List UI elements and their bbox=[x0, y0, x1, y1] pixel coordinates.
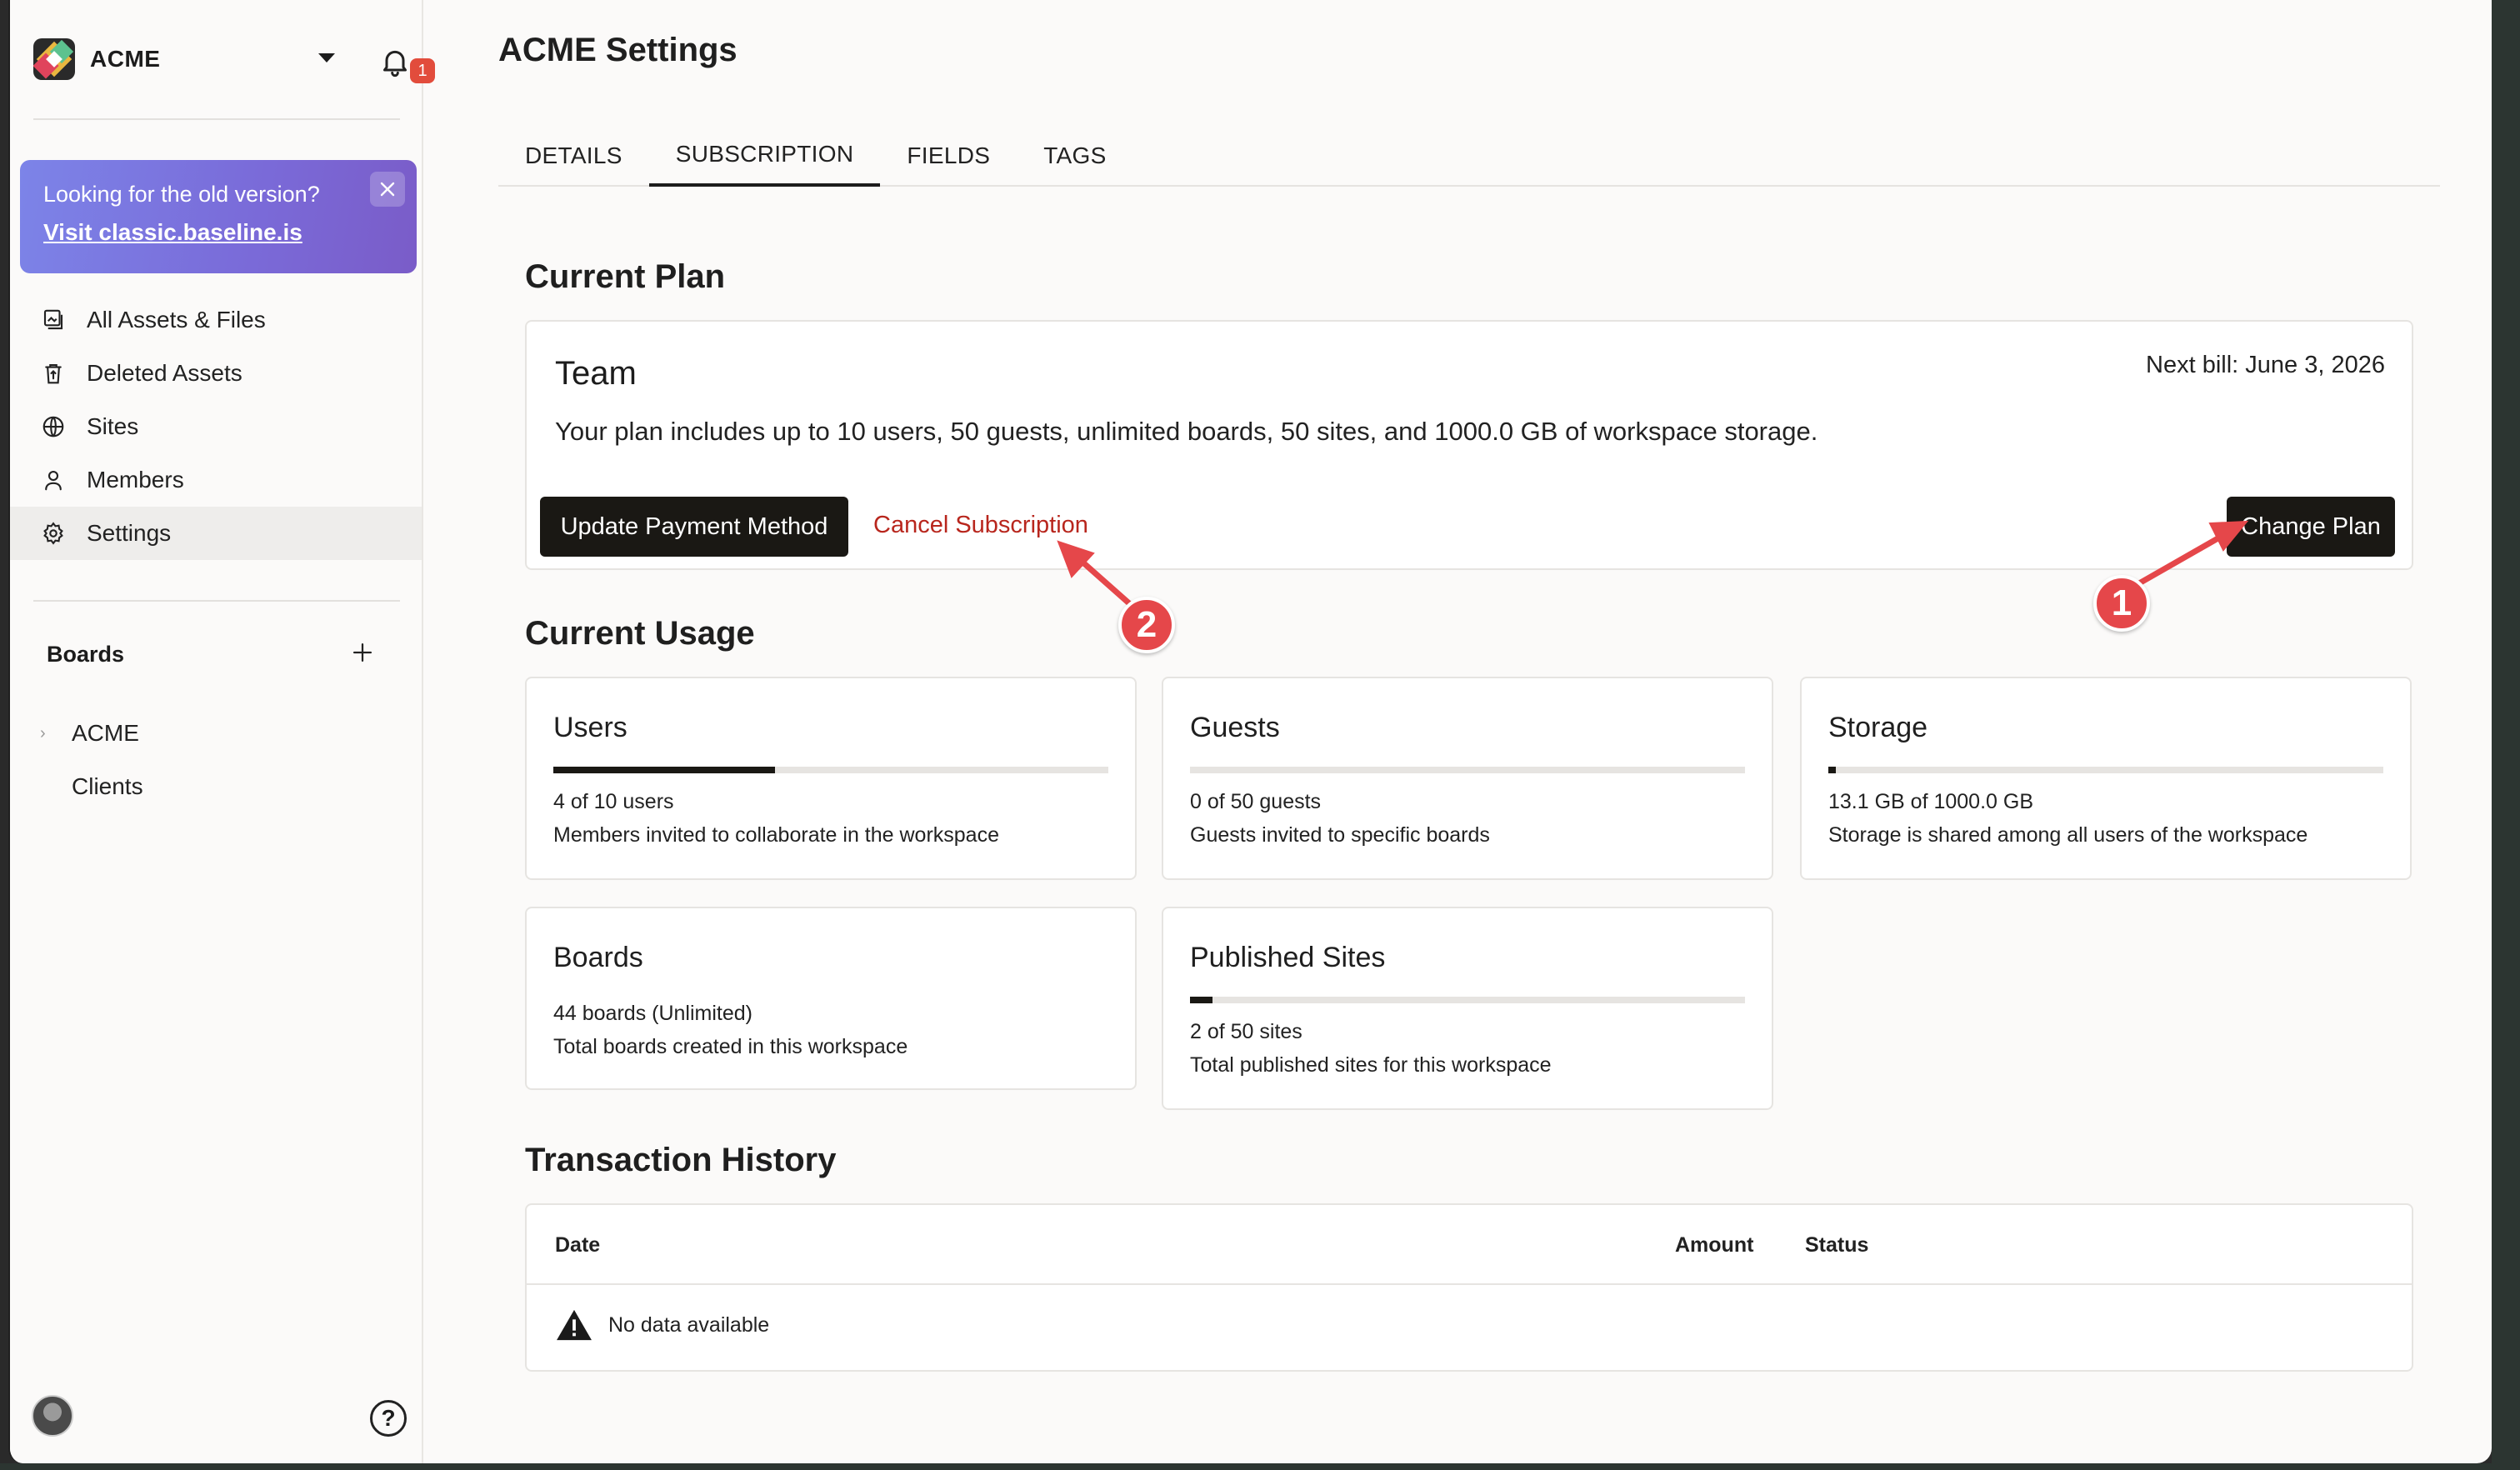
window-edge bbox=[0, 1463, 2520, 1470]
annotation-step-1: 1 bbox=[2093, 575, 2150, 632]
app-window: ACME 1 Looking for the old version? Visi… bbox=[8, 0, 2492, 1463]
window-edge bbox=[2492, 0, 2520, 1470]
annotation-arrows bbox=[1057, 520, 2249, 613]
annotation-step-2: 2 bbox=[1118, 597, 1175, 653]
